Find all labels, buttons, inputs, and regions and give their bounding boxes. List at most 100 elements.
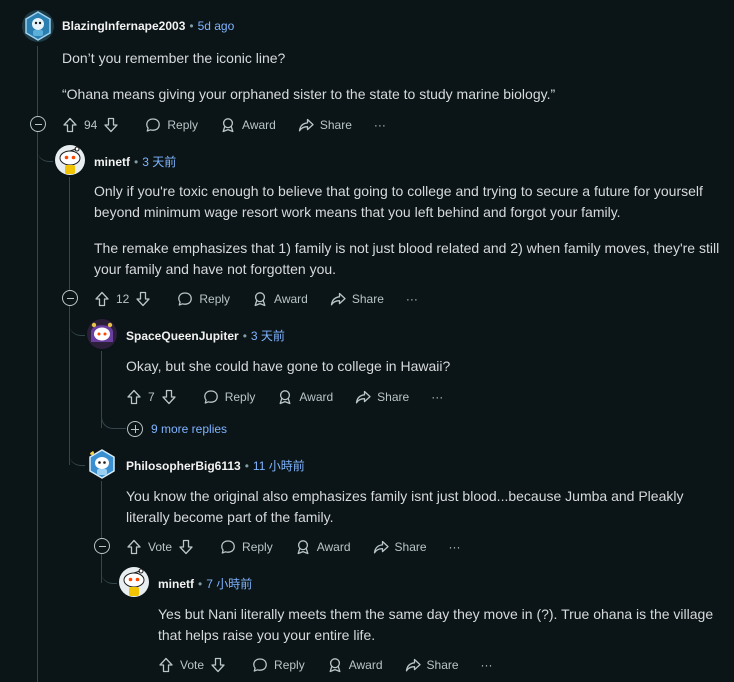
- meta-separator: •: [198, 576, 203, 591]
- award-button[interactable]: Award: [327, 657, 383, 673]
- comment-paragraph: The remake emphasizes that 1) family is …: [94, 240, 720, 277]
- share-button[interactable]: Share: [298, 117, 352, 133]
- meta-separator: •: [189, 19, 194, 33]
- upvote-arrow-icon[interactable]: [126, 389, 142, 405]
- share-arrow-icon: [405, 657, 421, 673]
- comment-author[interactable]: BlazingInfernape2003: [62, 19, 185, 33]
- comment-paragraph: “Ohana means giving your orphaned sister…: [62, 86, 556, 102]
- upvote-arrow-icon[interactable]: [94, 291, 110, 307]
- more-options-label: ···: [373, 118, 386, 132]
- reply-label: Reply: [224, 390, 256, 404]
- comment-author[interactable]: minetf: [94, 155, 130, 169]
- upvote-arrow-icon[interactable]: [158, 657, 174, 673]
- thread-line[interactable]: [37, 46, 38, 116]
- downvote-arrow-icon[interactable]: [178, 539, 194, 555]
- more-options-button[interactable]: ···: [431, 390, 443, 404]
- collapse-thread-button[interactable]: [30, 116, 46, 132]
- award-ribbon-icon: [277, 389, 293, 405]
- reply-button[interactable]: Reply: [177, 291, 230, 307]
- comment-author[interactable]: PhilosopherBig6113: [126, 459, 241, 473]
- reply-button[interactable]: Reply: [145, 117, 198, 133]
- more-replies-link[interactable]: 9 more replies: [127, 421, 227, 437]
- more-replies-label: 9 more replies: [151, 422, 228, 436]
- comment-body: Okay, but she could have gone to college…: [126, 356, 716, 377]
- comment-author[interactable]: minetf: [158, 577, 194, 591]
- award-label: Award: [242, 118, 276, 132]
- thread-line[interactable]: [37, 131, 38, 682]
- award-label: Award: [348, 658, 383, 672]
- reply-button[interactable]: Reply: [203, 389, 256, 405]
- share-arrow-icon: [355, 389, 371, 405]
- comment-body: You know the original also emphasizes fa…: [126, 486, 716, 528]
- award-button[interactable]: Award: [220, 117, 276, 133]
- thread-connector: [101, 351, 126, 429]
- downvote-arrow-icon[interactable]: [210, 657, 226, 673]
- more-options-button[interactable]: ···: [449, 540, 461, 554]
- thread-connector: [101, 553, 117, 584]
- more-options-label: ···: [431, 390, 444, 404]
- comment-paragraph: Okay, but she could have gone to college…: [126, 358, 451, 374]
- share-button[interactable]: Share: [373, 539, 427, 555]
- avatar[interactable]: [86, 318, 118, 350]
- vote-label: Vote: [148, 540, 173, 554]
- avatar[interactable]: [118, 566, 150, 598]
- reply-label: Reply: [242, 540, 273, 554]
- more-options-button[interactable]: ···: [481, 658, 493, 672]
- award-button[interactable]: Award: [295, 539, 351, 555]
- thread-line[interactable]: [101, 481, 102, 539]
- reply-button[interactable]: Reply: [220, 539, 273, 555]
- speech-bubble-icon: [220, 539, 236, 555]
- share-button[interactable]: Share: [405, 657, 459, 673]
- upvote-arrow-icon[interactable]: [62, 117, 78, 133]
- award-ribbon-icon: [220, 117, 236, 133]
- vote-count: 12: [116, 292, 130, 306]
- comment-body: Don’t you remember the iconic line? “Oha…: [62, 48, 702, 105]
- share-button[interactable]: Share: [355, 389, 409, 405]
- more-options-button[interactable]: ···: [406, 292, 418, 306]
- vote-count: 94: [84, 118, 98, 132]
- more-options-label: ···: [405, 292, 418, 306]
- thread-connector: [69, 435, 85, 466]
- thread-line[interactable]: [69, 177, 70, 291]
- meta-separator: •: [242, 328, 247, 343]
- share-label: Share: [319, 118, 352, 132]
- comment-author[interactable]: SpaceQueenJupiter: [126, 329, 239, 343]
- upvote-arrow-icon[interactable]: [126, 539, 142, 555]
- award-button[interactable]: Award: [277, 389, 333, 405]
- share-label: Share: [377, 390, 410, 404]
- avatar[interactable]: [22, 10, 54, 42]
- comment-time[interactable]: 5d ago: [198, 19, 235, 33]
- comment-time[interactable]: 3 天前: [251, 327, 285, 344]
- plus-circle-icon: [127, 421, 143, 437]
- award-ribbon-icon: [327, 657, 343, 673]
- downvote-arrow-icon[interactable]: [135, 291, 151, 307]
- comment-time[interactable]: 11 小時前: [253, 457, 305, 474]
- award-label: Award: [316, 540, 351, 554]
- comment-time[interactable]: 3 天前: [142, 153, 176, 170]
- meta-separator: •: [134, 154, 139, 169]
- award-ribbon-icon: [295, 539, 311, 555]
- speech-bubble-icon: [177, 291, 193, 307]
- share-arrow-icon: [298, 117, 314, 133]
- thread-connector: [69, 305, 85, 336]
- more-options-button[interactable]: ···: [374, 118, 386, 132]
- collapse-thread-button[interactable]: [94, 538, 110, 554]
- reply-button[interactable]: Reply: [252, 657, 305, 673]
- downvote-arrow-icon[interactable]: [103, 117, 119, 133]
- share-arrow-icon: [373, 539, 389, 555]
- award-label: Award: [299, 390, 334, 404]
- comment-time[interactable]: 7 小時前: [206, 575, 252, 592]
- share-label: Share: [426, 658, 459, 672]
- share-label: Share: [351, 292, 384, 306]
- avatar[interactable]: [54, 144, 86, 176]
- comment-paragraph: Only if you're toxic enough to believe t…: [94, 183, 703, 220]
- comment-paragraph: You know the original also emphasizes fa…: [126, 488, 684, 525]
- speech-bubble-icon: [203, 389, 219, 405]
- award-button[interactable]: Award: [252, 291, 308, 307]
- avatar[interactable]: [86, 448, 118, 480]
- thread-connector: [37, 131, 53, 162]
- collapse-thread-button[interactable]: [62, 290, 78, 306]
- comment-paragraph: Don’t you remember the iconic line?: [62, 50, 286, 66]
- share-button[interactable]: Share: [330, 291, 384, 307]
- downvote-arrow-icon[interactable]: [161, 389, 177, 405]
